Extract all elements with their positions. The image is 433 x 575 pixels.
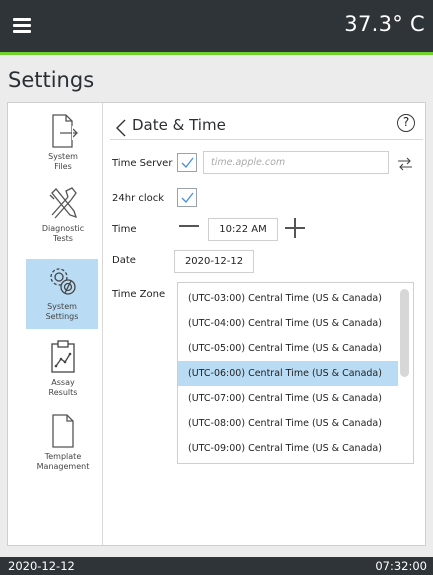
date-label: Date [112,255,136,266]
date-field[interactable]: 2020-12-12 [174,250,254,273]
date-time-settings: Date & Time ? Time Server 24hr clock Tim… [104,103,425,545]
sidebar-item-label: Template Management [36,452,90,471]
sidebar: System Files Diagnostic Tests System Settin… [8,103,103,545]
file-export-icon [52,114,78,148]
time-zone-option[interactable]: (UTC-07:00) Central Time (US & Canada) [178,386,398,411]
time-label: Time [112,224,137,235]
back-chevron-icon[interactable] [114,118,128,138]
sidebar-item-label: Diagnostic Tests [41,224,85,243]
time-server-checkbox[interactable] [177,153,197,172]
clipboard-chart-icon [51,340,75,373]
sidebar-item-diagnostic-tests[interactable]: Diagnostic Tests [28,185,98,255]
page-title: Settings [8,68,95,92]
time-zone-option-selected[interactable]: (UTC-06:00) Central Time (US & Canada) [178,361,398,386]
sidebar-item-label: System Settings [45,302,79,321]
gears-icon [50,268,76,295]
time-increment-button[interactable] [284,217,306,239]
hamburger-menu-icon[interactable] [10,14,34,38]
checkmark-icon [181,192,194,203]
settings-panel: System Files Diagnostic Tests System Settin… [7,102,426,546]
status-bar: 2020-12-12 07:32:00 [0,557,433,575]
time-zone-scrollbar[interactable] [400,289,409,377]
time-zone-label: Time Zone [112,289,166,300]
checkmark-icon [181,157,194,168]
top-bar: 37.3° C [0,0,433,52]
clock-24hr-checkbox[interactable] [177,188,197,207]
sync-arrows-icon[interactable] [396,155,414,173]
status-time: 07:32:00 [375,559,427,573]
header-divider [110,139,423,140]
temperature-readout: 37.3° C [344,12,425,36]
section-title: Date & Time [132,116,226,134]
tools-icon [49,187,78,219]
help-icon[interactable]: ? [397,114,415,132]
time-server-label: Time Server [112,158,173,169]
time-server-input[interactable] [203,151,389,174]
time-zone-option[interactable]: (UTC-05:00) Central Time (US & Canada) [178,336,398,361]
time-zone-option[interactable]: (UTC-03:00) Central Time (US & Canada) [178,286,398,311]
time-zone-option[interactable]: (UTC-04:00) Central Time (US & Canada) [178,311,398,336]
time-field[interactable]: 10:22 AM [208,218,278,241]
sidebar-item-system-settings[interactable]: System Settings [26,259,98,329]
sidebar-item-template-management[interactable]: Template Management [28,413,98,483]
time-decrement-button[interactable] [179,219,201,233]
header-accent-line [0,52,433,55]
status-date: 2020-12-12 [8,559,75,573]
sidebar-item-system-files[interactable]: System Files [28,113,98,177]
time-zone-option[interactable]: (UTC-09:00) Central Time (US & Canada) [178,436,398,461]
document-icon [52,414,74,448]
sidebar-item-label: System Files [48,152,78,171]
time-zone-option[interactable]: (UTC-08:00) Central Time (US & Canada) [178,411,398,436]
time-zone-list[interactable]: (UTC-03:00) Central Time (US & Canada) (… [177,282,414,464]
clock-24hr-label: 24hr clock [112,193,165,204]
sidebar-item-assay-results[interactable]: Assay Results [28,339,98,403]
sidebar-item-label: Assay Results [48,378,78,397]
